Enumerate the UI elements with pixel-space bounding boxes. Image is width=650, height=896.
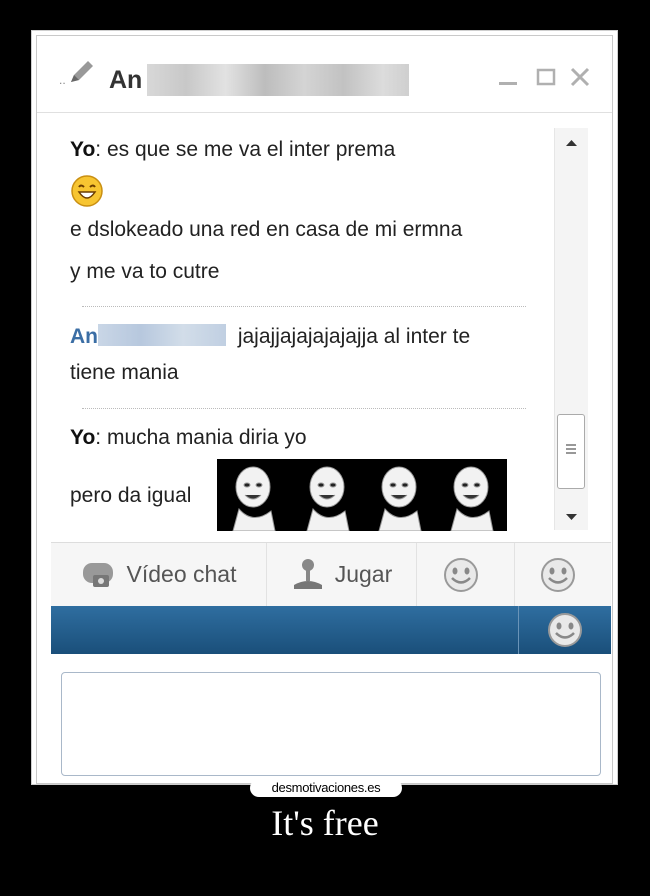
emoticon-picker-button[interactable] xyxy=(518,606,611,654)
message-line: y me va to cutre xyxy=(70,260,220,283)
message-line: pero da igual xyxy=(70,484,192,507)
play-game-button[interactable]: Jugar xyxy=(267,543,417,606)
maximize-icon[interactable] xyxy=(533,64,559,90)
emoticon-button[interactable] xyxy=(417,543,515,606)
message-input[interactable] xyxy=(61,672,601,776)
smiley-icon xyxy=(443,557,478,592)
sender-name-link[interactable]: An xyxy=(70,325,98,348)
message-line: An jajajjajajajajajja al inter te xyxy=(70,324,470,349)
message-line: Yo: mucha mania diria yo xyxy=(70,426,307,450)
sender-name: Yo xyxy=(70,138,96,161)
video-chat-icon xyxy=(82,562,113,587)
scroll-up-arrow-icon[interactable] xyxy=(555,128,588,156)
message-text: : mucha mania diria yo xyxy=(95,426,307,449)
minimize-icon[interactable] xyxy=(495,64,521,90)
smiley-icon xyxy=(548,613,582,647)
video-chat-button[interactable]: Vídeo chat xyxy=(51,543,267,606)
message-line: tiene mania xyxy=(70,361,179,384)
contact-name: An xyxy=(109,66,143,94)
pencil-icon: .. xyxy=(59,61,93,86)
chat-toolbar: Vídeo chat Jugar xyxy=(51,542,611,607)
status-bar xyxy=(51,606,611,654)
image-frame: .. An Yo: es que se me va el inter prema xyxy=(31,30,618,785)
grip-icon xyxy=(566,444,576,454)
message-scrollbar[interactable] xyxy=(554,128,588,530)
scroll-down-arrow-icon[interactable] xyxy=(555,502,588,530)
message-line: Yo: es que se me va el inter prema xyxy=(70,138,395,162)
message-list: Yo: es que se me va el inter prema e dsl… xyxy=(57,128,527,540)
wink-button[interactable] xyxy=(515,543,611,606)
scroll-thumb[interactable] xyxy=(557,414,585,489)
message-divider xyxy=(82,408,527,409)
message-divider xyxy=(82,306,527,307)
close-icon[interactable] xyxy=(567,64,593,90)
message-line: e dslokeado una red en casa de mi ermna xyxy=(70,218,463,241)
joystick-icon xyxy=(293,558,322,589)
message-text: jajajjajajajajajja al inter te xyxy=(232,325,471,348)
play-game-label: Jugar xyxy=(334,561,393,587)
redacted-name xyxy=(98,324,226,346)
redacted-name xyxy=(147,64,409,96)
laughing-smiley-icon xyxy=(71,175,103,207)
chat-window: .. An Yo: es que se me va el inter prema xyxy=(36,35,613,784)
title-bar: .. An xyxy=(37,36,612,113)
smiley-icon xyxy=(541,557,575,592)
watermark: desmotivaciones.es xyxy=(250,779,402,797)
sender-name: Yo xyxy=(70,426,96,449)
video-chat-label: Vídeo chat xyxy=(126,561,237,587)
caption: It's free xyxy=(271,803,379,843)
svg-text:..: .. xyxy=(59,73,66,86)
dancing-faces-image xyxy=(217,459,507,531)
message-text: : es que se me va el inter prema xyxy=(95,138,396,161)
